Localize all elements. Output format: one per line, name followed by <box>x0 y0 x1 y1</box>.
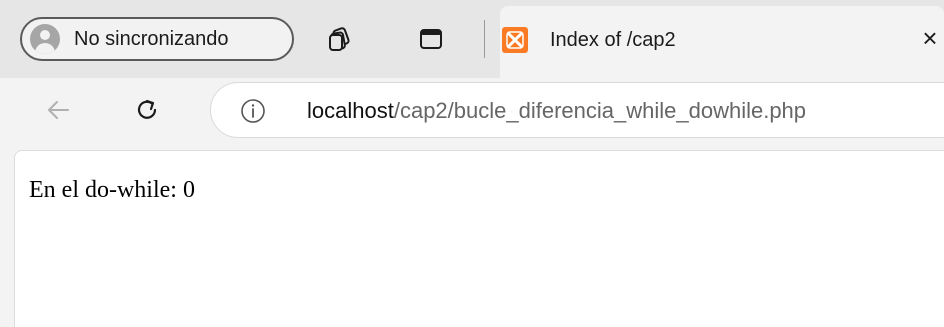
tab-separator <box>484 20 485 58</box>
page-viewport: En el do-while: 0 <box>14 150 944 327</box>
url-text[interactable]: localhost/cap2/bucle_diferencia_while_do… <box>307 98 806 124</box>
browser-window: No sincronizando Index of /cap2 × localh… <box>0 0 944 327</box>
avatar-icon <box>30 24 60 54</box>
workspaces-button[interactable] <box>322 22 356 56</box>
workspaces-icon <box>329 27 350 51</box>
url-host: localhost <box>307 98 394 123</box>
info-icon[interactable] <box>239 97 267 125</box>
page-output-text: En el do-while: 0 <box>29 177 195 203</box>
tab-strip: No sincronizando Index of /cap2 × <box>0 0 944 78</box>
url-path: /cap2/bucle_diferencia_while_dowhile.php <box>393 98 807 123</box>
tab-active[interactable]: Index of /cap2 × <box>500 6 944 78</box>
back-arrow-icon <box>48 101 69 119</box>
reload-button[interactable] <box>127 90 167 130</box>
tab-title: Index of /cap2 <box>550 29 676 51</box>
tab-actions-icon <box>420 29 442 49</box>
profile-label: No sincronizando <box>74 27 229 50</box>
toolbar: localhost/cap2/bucle_diferencia_while_do… <box>0 78 944 150</box>
close-icon[interactable]: × <box>916 24 944 52</box>
address-bar[interactable]: localhost/cap2/bucle_diferencia_while_do… <box>210 82 944 138</box>
tab-actions-button[interactable] <box>414 22 448 56</box>
profile-button[interactable]: No sincronizando <box>20 17 294 61</box>
back-button[interactable] <box>38 90 78 130</box>
reload-icon <box>137 99 157 119</box>
xampp-icon <box>502 27 528 53</box>
